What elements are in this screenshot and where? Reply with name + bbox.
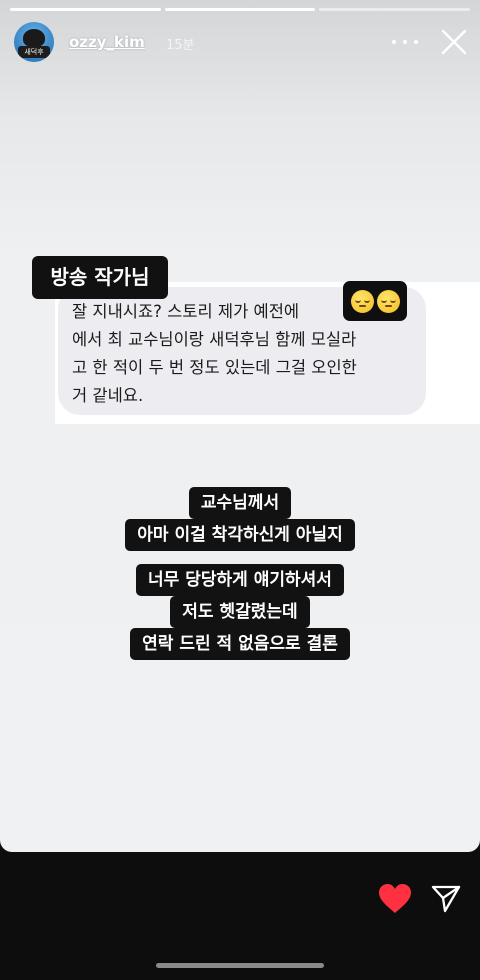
story-canvas: 새덕후 ozzy_kim 15분 잘 지내시죠? 스토리 제가 예전에 에서 최… (0, 0, 480, 852)
relieved-face-icon (350, 289, 374, 313)
post-time: 15분 (166, 38, 195, 53)
caption-group-2: 너무 당당하게 얘기하셔서 저도 헷갈렸는데 연락 드린 적 없음으로 결론 (0, 564, 480, 660)
home-indicator (156, 963, 324, 968)
progress-segment-current (164, 8, 316, 11)
emoji-sticker (343, 281, 407, 321)
story-header: 새덕후 ozzy_kim 15분 (14, 22, 468, 62)
bird-icon (23, 29, 45, 47)
username[interactable]: ozzy_kim (69, 33, 145, 51)
heart-icon[interactable] (378, 883, 412, 915)
bottom-action-bar (0, 852, 480, 980)
story-progress-bar (10, 8, 471, 11)
more-icon[interactable] (392, 32, 418, 52)
avatar[interactable]: 새덕후 (14, 22, 54, 62)
caption-line: 너무 당당하게 얘기하셔서 (136, 564, 344, 596)
progress-segment (10, 8, 161, 11)
avatar-tag: 새덕후 (18, 46, 50, 58)
caption-line: 교수님께서 (188, 487, 292, 519)
caption-line: 연락 드린 적 없음으로 결론 (130, 628, 350, 660)
send-icon[interactable] (431, 884, 461, 914)
progress-segment (319, 8, 471, 11)
sender-label: 방송 작가님 (32, 256, 168, 299)
relieved-face-icon (376, 289, 400, 313)
caption-group-1: 교수님께서 아마 이걸 착각하신게 아닐지 (0, 487, 480, 551)
caption-line: 아마 이걸 착각하신게 아닐지 (125, 519, 355, 551)
close-icon[interactable] (440, 28, 468, 56)
caption-line: 저도 헷갈렸는데 (170, 596, 310, 628)
